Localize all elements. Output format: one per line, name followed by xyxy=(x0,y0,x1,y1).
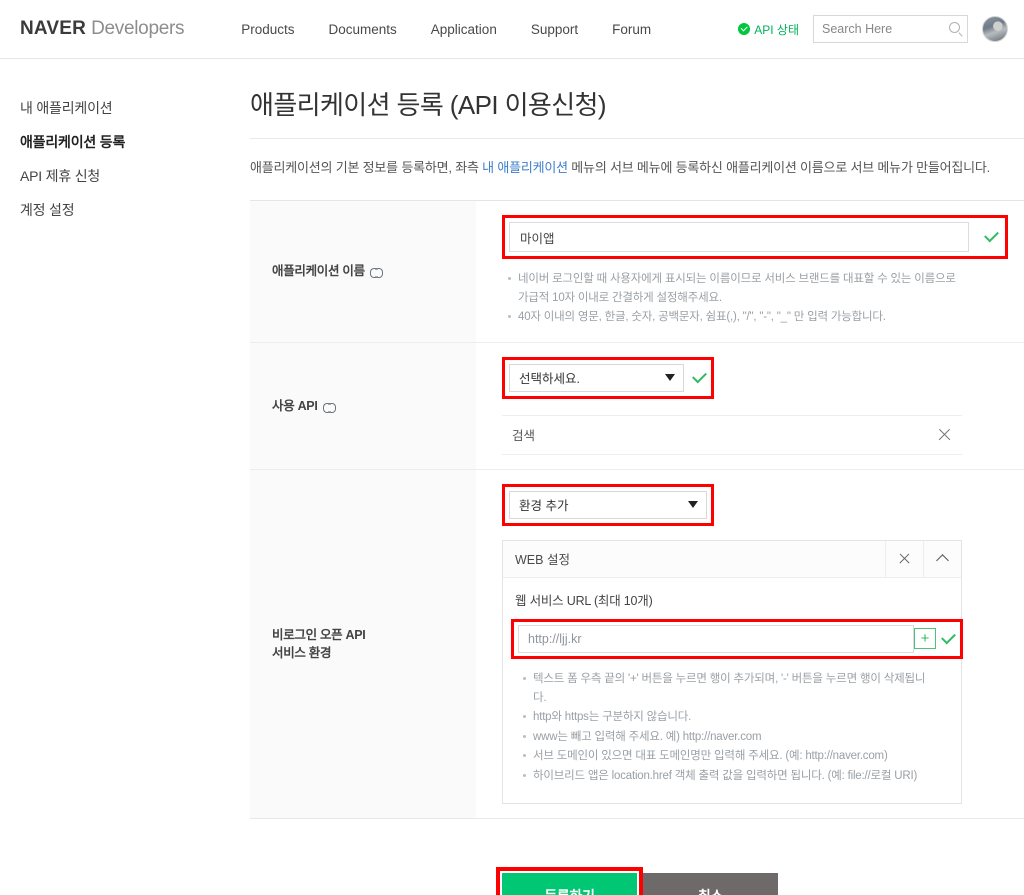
global-nav-bar: NAVER Developers Products Documents Appl… xyxy=(0,0,1024,59)
web-settings-panel: WEB 설정 웹 서비스 URL (최대 10개) http://ljj.kr … xyxy=(502,539,963,804)
close-icon xyxy=(898,552,911,565)
form-label-service-env-line1: 비로그인 오픈 API xyxy=(272,627,366,642)
remove-icon[interactable] xyxy=(937,427,952,442)
nav-item-application[interactable]: Application xyxy=(414,22,514,37)
help-list-service-env: 텍스트 폼 우측 끝의 '+' 버튼을 누르면 행이 추가되며, '-' 버튼을… xyxy=(517,670,937,786)
app-name-input[interactable] xyxy=(510,223,968,252)
web-settings-panel-header: WEB 설정 xyxy=(503,540,961,578)
sidebar-item-api-partnership[interactable]: API 제휴 신청 xyxy=(20,159,250,193)
form-label-app-name-text: 애플리케이션 이름 xyxy=(272,264,365,279)
web-service-url-field[interactable] xyxy=(518,624,914,653)
web-service-url-label: 웹 서비스 URL (최대 10개) xyxy=(515,593,653,608)
user-avatar[interactable] xyxy=(982,16,1008,42)
cancel-button[interactable]: 취소 xyxy=(643,872,778,895)
selected-api-item: 검색 xyxy=(502,414,962,455)
highlight-box-submit: 등록하기 xyxy=(496,866,643,895)
valid-check-icon-use-api xyxy=(691,370,707,386)
submit-button[interactable]: 등록하기 xyxy=(502,872,637,895)
help-item: 네이버 로그인할 때 사용자에게 표시되는 이름이므로 서비스 브랜드를 대표할… xyxy=(508,270,957,307)
environment-add-select-value: 환경 추가 xyxy=(519,499,569,514)
help-item: 서브 도메인이 있으면 대표 도메인명만 입력해 주세요. (예: http:/… xyxy=(523,747,937,766)
api-status-label: API 상태 xyxy=(754,22,799,37)
form-label-use-api: 사용 API xyxy=(250,342,476,469)
form-body-use-api: 선택하세요. 검색 xyxy=(476,343,1024,469)
search-icon[interactable] xyxy=(949,22,960,33)
form-label-service-env: 비로그인 오픈 API 서비스 환경 xyxy=(250,469,476,818)
selected-api-label: 검색 xyxy=(512,429,536,444)
api-status-link[interactable]: API 상태 xyxy=(738,21,799,38)
highlight-box-env-select: 환경 추가 xyxy=(502,483,714,526)
page-body: 내 애플리케이션 애플리케이션 등록 API 제휴 신청 계정 설정 애플리케이… xyxy=(0,59,1024,895)
web-settings-collapse-button[interactable] xyxy=(923,540,961,577)
highlight-box-app-name xyxy=(502,215,1008,260)
main-content: 애플리케이션 등록 (API 이용신청) 애플리케이션의 기본 정보를 등록하면… xyxy=(250,85,1024,895)
help-list-app-name: 네이버 로그인할 때 사용자에게 표시되는 이름이므로 서비스 브랜드를 대표할… xyxy=(502,270,957,327)
environment-add-select[interactable]: 환경 추가 xyxy=(509,490,707,519)
web-settings-panel-body: 웹 서비스 URL (최대 10개) + xyxy=(503,578,963,803)
title-divider xyxy=(250,138,1024,139)
form-row-use-api: 사용 API 선택하세요. 검색 xyxy=(250,342,1024,470)
nav-item-documents[interactable]: Documents xyxy=(312,22,414,37)
check-circle-icon xyxy=(738,23,751,35)
sidebar-item-my-applications[interactable]: 내 애플리케이션 xyxy=(20,91,250,125)
help-item: 40자 이내의 영문, 한글, 숫자, 공백문자, 쉼표(,), "/", "-… xyxy=(508,308,957,327)
page-title: 애플리케이션 등록 (API 이용신청) xyxy=(250,90,607,120)
highlight-box-use-api: 선택하세요. xyxy=(502,356,714,399)
local-nav-sidebar: 내 애플리케이션 애플리케이션 등록 API 제휴 신청 계정 설정 xyxy=(0,85,250,895)
highlight-box-url: + xyxy=(511,618,963,659)
use-api-select[interactable]: 선택하세요. xyxy=(509,363,684,392)
form-row-app-name: 애플리케이션 이름 네이버 로그인할 때 사용자에게 표시되는 이름이므로 서비… xyxy=(250,201,1024,343)
web-service-url-input[interactable] xyxy=(519,625,913,652)
search-box[interactable] xyxy=(813,15,968,43)
header-right-area: API 상태 xyxy=(738,15,1008,43)
page-description: 애플리케이션의 기본 정보를 등록하면, 좌측 내 애플리케이션 메뉴의 서브 … xyxy=(250,157,995,178)
form-row-service-env: 비로그인 오픈 API 서비스 환경 환경 추가 WEB 설정 웹 서비스 UR… xyxy=(250,469,1024,818)
chevron-up-icon xyxy=(936,554,949,567)
main-menu: Products Documents Application Support F… xyxy=(224,22,668,37)
form-body-app-name: 네이버 로그인할 때 사용자에게 표시되는 이름이므로 서비스 브랜드를 대표할… xyxy=(476,201,1024,342)
help-item: 텍스트 폼 우측 끝의 '+' 버튼을 누르면 행이 추가되며, '-' 버튼을… xyxy=(523,670,937,707)
form-label-app-name: 애플리케이션 이름 xyxy=(250,201,476,342)
chevron-down-icon xyxy=(665,374,675,382)
web-settings-panel-title: WEB 설정 xyxy=(515,553,570,568)
form-action-bar: 등록하기 취소 xyxy=(250,866,1024,895)
help-item: http와 https는 구분하지 않습니다. xyxy=(523,708,937,727)
nav-item-support[interactable]: Support xyxy=(514,22,595,37)
valid-check-icon-app-name xyxy=(983,229,999,245)
nav-item-forum[interactable]: Forum xyxy=(595,22,668,37)
lead-link-my-applications[interactable]: 내 애플리케이션 xyxy=(482,160,568,175)
search-input[interactable] xyxy=(814,16,967,42)
logo-naver-text: NAVER xyxy=(20,18,87,39)
form-body-service-env: 환경 추가 WEB 설정 웹 서비스 URL (최대 10개) http://l… xyxy=(476,470,1024,818)
web-settings-close-button[interactable] xyxy=(885,540,923,577)
lead-text-1: 애플리케이션의 기본 정보를 등록하면, 좌측 xyxy=(250,160,483,175)
add-url-row-button[interactable]: + xyxy=(914,628,936,650)
valid-check-icon-url xyxy=(940,631,956,647)
naver-developers-logo[interactable]: NAVER Developers xyxy=(20,18,185,40)
help-item: www는 빼고 입력해 주세요. 예) http://naver.com xyxy=(523,728,937,747)
app-name-field[interactable] xyxy=(509,222,969,253)
sidebar-item-register-application[interactable]: 애플리케이션 등록 xyxy=(20,125,250,159)
nav-item-products[interactable]: Products xyxy=(224,22,311,37)
chevron-down-icon xyxy=(688,501,698,509)
anchor-link-icon[interactable] xyxy=(322,402,336,413)
use-api-select-value: 선택하세요. xyxy=(519,372,580,387)
help-item: 하이브리드 앱은 location.href 객체 출력 값을 입력하면 됩니다… xyxy=(523,767,937,786)
lead-text-2: 메뉴의 서브 메뉴에 등록하신 애플리케이션 이름으로 서브 메뉴가 만들어집니… xyxy=(567,160,991,175)
sidebar-item-account-settings[interactable]: 계정 설정 xyxy=(20,193,250,227)
form-label-use-api-text: 사용 API xyxy=(272,398,318,413)
logo-developers-text: Developers xyxy=(91,18,185,39)
registration-form-table: 애플리케이션 이름 네이버 로그인할 때 사용자에게 표시되는 이름이므로 서비… xyxy=(250,200,1024,819)
form-label-service-env-line2: 서비스 환경 xyxy=(272,645,332,660)
anchor-link-icon[interactable] xyxy=(369,268,383,279)
